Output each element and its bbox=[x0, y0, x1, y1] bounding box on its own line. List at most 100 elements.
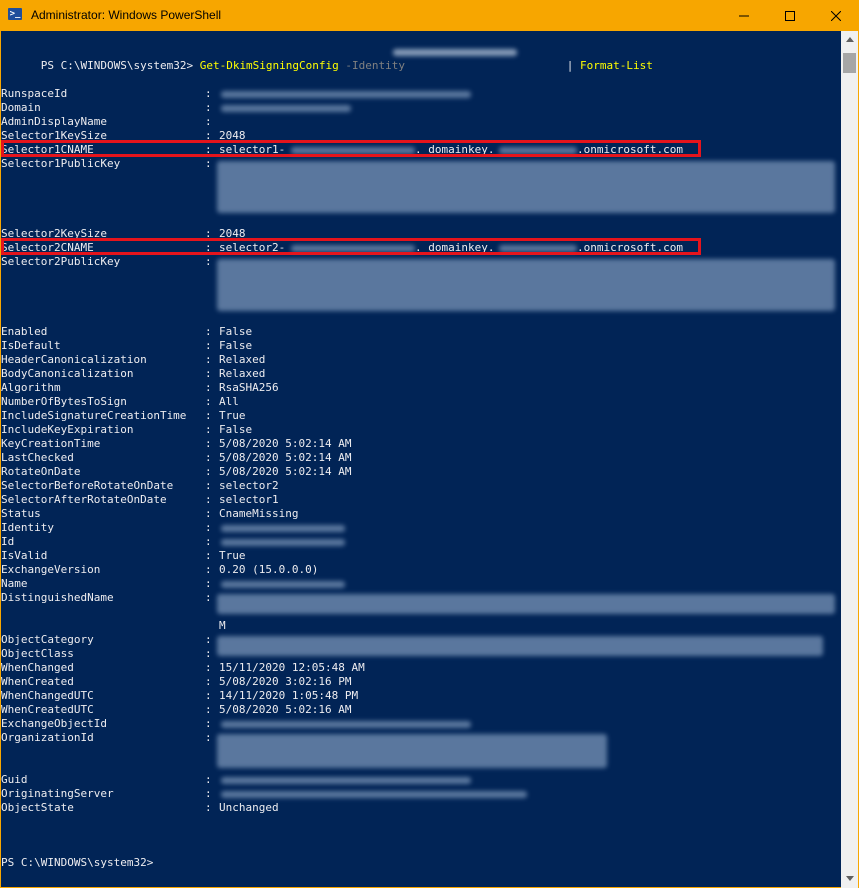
value-body-canonicalization: Relaxed bbox=[219, 367, 266, 380]
close-button[interactable] bbox=[813, 0, 859, 31]
separator: : bbox=[205, 437, 212, 450]
value-is-valid: True bbox=[219, 549, 246, 562]
title-bar[interactable]: >_ Administrator: Windows PowerShell bbox=[0, 0, 859, 31]
prop-admin-display-name: AdminDisplayName bbox=[1, 115, 107, 128]
redacted-guid bbox=[221, 777, 471, 784]
separator: : bbox=[205, 395, 212, 408]
value-algorithm: RsaSHA256 bbox=[219, 381, 279, 394]
maximize-icon bbox=[785, 10, 795, 21]
value-when-created-utc: 5/08/2020 5:02:16 AM bbox=[219, 703, 352, 716]
value-object-state: Unchanged bbox=[219, 801, 279, 814]
format-list-cmdlet: Format-List bbox=[580, 59, 653, 72]
redacted-identity bbox=[393, 49, 517, 56]
prop-exchange-object-id: ExchangeObjectId bbox=[1, 717, 107, 730]
redacted-id-value bbox=[221, 539, 345, 546]
redacted-object-category bbox=[217, 636, 823, 656]
separator: : bbox=[205, 367, 212, 380]
prop-key-creation-time: KeyCreationTime bbox=[1, 437, 101, 450]
value-include-key-expiration: False bbox=[219, 423, 253, 436]
value-number-of-bytes-to-sign: All bbox=[219, 395, 239, 408]
separator: : bbox=[205, 115, 212, 128]
redacted-distinguished-name bbox=[217, 594, 835, 614]
value-when-changed-utc: 14/11/2020 1:05:48 PM bbox=[219, 689, 359, 702]
prop-is-default: IsDefault bbox=[1, 339, 61, 352]
pipe-segment: | Format-List bbox=[527, 45, 653, 72]
separator: : bbox=[205, 157, 212, 170]
prop-rotate-on-date: RotateOnDate bbox=[1, 465, 81, 478]
value-distinguished-name-tail: M bbox=[219, 619, 226, 632]
prop-include-signature-creation-time: IncludeSignatureCreationTime bbox=[1, 409, 187, 422]
separator: : bbox=[205, 689, 212, 702]
prop-number-of-bytes-to-sign: NumberOfBytesToSign bbox=[1, 395, 127, 408]
value-selector-before-rotate-on-date: selector2 bbox=[219, 479, 279, 492]
prop-exchange-version: ExchangeVersion bbox=[1, 563, 101, 576]
separator: : bbox=[205, 591, 212, 604]
value-when-changed: 15/11/2020 12:05:48 AM bbox=[219, 661, 365, 674]
prop-status: Status bbox=[1, 507, 41, 520]
separator: : bbox=[205, 633, 212, 646]
value-header-canonicalization: Relaxed bbox=[219, 353, 266, 366]
value-is-default: False bbox=[219, 339, 253, 352]
value-exchange-version: 0.20 (15.0.0.0) bbox=[219, 563, 319, 576]
redacted-runspace-id bbox=[221, 91, 471, 98]
prop-include-key-expiration: IncludeKeyExpiration bbox=[1, 423, 134, 436]
scroll-thumb[interactable] bbox=[843, 53, 856, 73]
pipe-symbol: | bbox=[566, 59, 574, 72]
window-title: Administrator: Windows PowerShell bbox=[31, 8, 222, 22]
redacted-exchange-object-id bbox=[221, 721, 471, 728]
prop-algorithm: Algorithm bbox=[1, 381, 61, 394]
separator: : bbox=[205, 801, 212, 814]
prop-is-valid: IsValid bbox=[1, 549, 48, 562]
prop-organization-id: OrganizationId bbox=[1, 731, 94, 744]
value-status: CnameMissing bbox=[219, 507, 299, 520]
scroll-up-arrow-icon[interactable] bbox=[841, 31, 858, 48]
prop-body-canonicalization: BodyCanonicalization bbox=[1, 367, 134, 380]
console-output[interactable]: PS C:\WINDOWS\system32> Get-DkimSigningC… bbox=[1, 31, 841, 887]
redacted-identity-value bbox=[221, 525, 345, 532]
prop-id: Id bbox=[1, 535, 15, 548]
separator: : bbox=[205, 549, 212, 562]
redacted-organization-id bbox=[217, 734, 607, 768]
redacted-name-value bbox=[221, 581, 345, 588]
separator: : bbox=[205, 493, 212, 506]
prop-last-checked: LastChecked bbox=[1, 451, 74, 464]
separator: : bbox=[205, 787, 212, 800]
maximize-button[interactable] bbox=[767, 0, 813, 31]
separator: : bbox=[205, 661, 212, 674]
prop-object-class: ObjectClass bbox=[1, 647, 74, 660]
separator: : bbox=[205, 675, 212, 688]
prop-name: Name bbox=[1, 577, 28, 590]
value-when-created: 5/08/2020 3:02:16 PM bbox=[219, 675, 352, 688]
prop-selector-after-rotate-on-date: SelectorAfterRotateOnDate bbox=[1, 493, 167, 506]
separator: : bbox=[205, 731, 212, 744]
prop-when-changed: WhenChanged bbox=[1, 661, 74, 674]
minimize-button[interactable] bbox=[721, 0, 767, 31]
value-selector-after-rotate-on-date: selector1 bbox=[219, 493, 279, 506]
prop-when-created-utc: WhenCreatedUTC bbox=[1, 703, 94, 716]
scroll-down-arrow-icon[interactable] bbox=[841, 870, 858, 887]
prop-originating-server: OriginatingServer bbox=[1, 787, 114, 800]
separator: : bbox=[205, 339, 212, 352]
selector2-highlight-box bbox=[1, 238, 701, 255]
vertical-scrollbar[interactable] bbox=[841, 31, 858, 888]
redacted-domain bbox=[221, 105, 351, 112]
prop-object-state: ObjectState bbox=[1, 801, 74, 814]
powershell-icon[interactable]: >_ bbox=[8, 8, 22, 20]
cmdlet-name: Get-DkimSigningConfig bbox=[199, 59, 339, 72]
separator: : bbox=[205, 507, 212, 520]
selector1-highlight-box bbox=[1, 140, 701, 157]
separator: : bbox=[205, 577, 212, 590]
prop-domain: Domain bbox=[1, 101, 41, 114]
redacted-selector2-public-key bbox=[217, 259, 835, 311]
prop-distinguished-name: DistinguishedName bbox=[1, 591, 114, 604]
prop-when-changed-utc: WhenChangedUTC bbox=[1, 689, 94, 702]
separator: : bbox=[205, 703, 212, 716]
value-last-checked: 5/08/2020 5:02:14 AM bbox=[219, 451, 352, 464]
prop-selector-before-rotate-on-date: SelectorBeforeRotateOnDate bbox=[1, 479, 174, 492]
command-line: PS C:\WINDOWS\system32> Get-DkimSigningC… bbox=[1, 45, 405, 72]
prop-identity: Identity bbox=[1, 521, 54, 534]
separator: : bbox=[205, 773, 212, 786]
separator: : bbox=[205, 101, 212, 114]
close-icon bbox=[831, 10, 841, 21]
separator: : bbox=[205, 479, 212, 492]
